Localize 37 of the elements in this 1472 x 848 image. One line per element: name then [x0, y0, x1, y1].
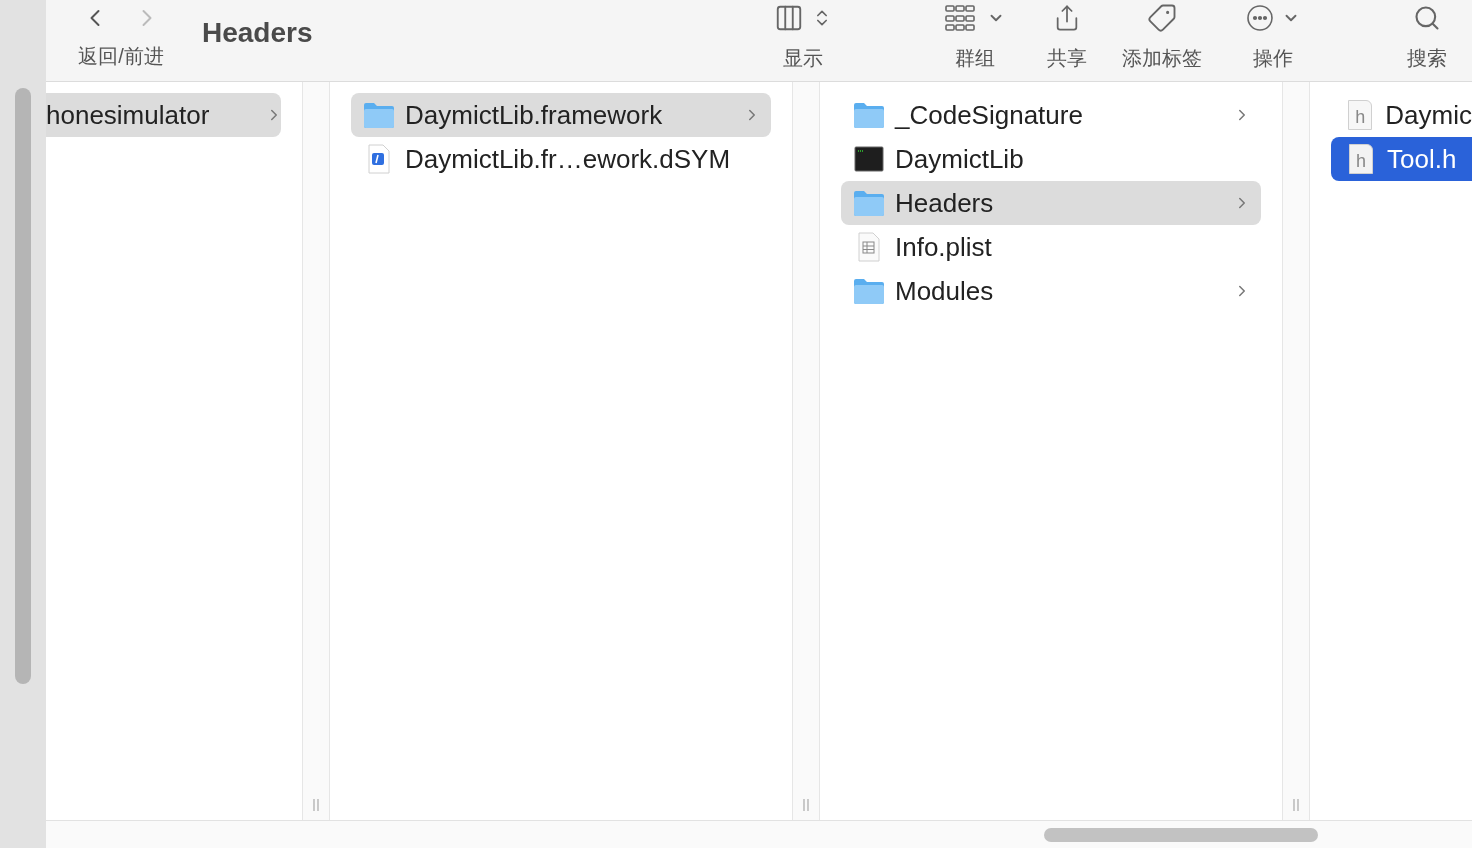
file-row[interactable]: Modules [841, 269, 1261, 313]
toolbar-button[interactable]: 搜索 [1397, 0, 1457, 68]
resize-handle-icon[interactable] [311, 798, 321, 812]
folder-icon [363, 101, 395, 129]
folder-icon [853, 101, 885, 129]
columns-icon [774, 3, 804, 33]
resize-handle-icon[interactable] [1291, 798, 1301, 812]
search-icon [1413, 4, 1441, 32]
toolbar-label: 返回/前进 [78, 46, 164, 66]
file-row[interactable]: DaymictLib [841, 137, 1261, 181]
resize-handle-icon[interactable] [801, 798, 811, 812]
ellipsis-circle-icon [1246, 4, 1274, 32]
toolbar-button[interactable]: 显示 [753, 0, 853, 68]
file-row[interactable]: h Daymic [1331, 93, 1472, 137]
window-title: Headers [202, 16, 313, 50]
document-icon [857, 232, 881, 262]
folder-icon [853, 277, 885, 305]
folder-icon [853, 189, 885, 217]
header-file-icon: h [1348, 100, 1373, 130]
file-row[interactable]: h Tool.h [1331, 137, 1472, 181]
file-row[interactable]: Info.plist [841, 225, 1261, 269]
tag-icon [1147, 3, 1177, 33]
file-row[interactable]: DaymictLib.fr…ework.dSYM [351, 137, 771, 181]
header-file-icon: h [1349, 144, 1373, 174]
scrollbar-thumb[interactable] [15, 88, 31, 684]
terminal-icon [854, 146, 884, 172]
file-row[interactable]: honesimulator [46, 93, 281, 137]
toolbar-button[interactable]: 群组 [925, 0, 1025, 68]
toolbar-button[interactable]: 添加标签 [1112, 0, 1212, 68]
file-row[interactable]: _CodeSignature [841, 93, 1261, 137]
document-icon [367, 144, 391, 174]
file-row[interactable]: DaymictLib.framework [351, 93, 771, 137]
file-row[interactable]: Headers [841, 181, 1261, 225]
toolbar-button[interactable]: 操作 [1223, 0, 1323, 68]
scrollbar-thumb[interactable] [1044, 827, 1318, 842]
toolbar-button[interactable]: 共享 [1037, 0, 1097, 68]
grid-icon [945, 5, 975, 31]
